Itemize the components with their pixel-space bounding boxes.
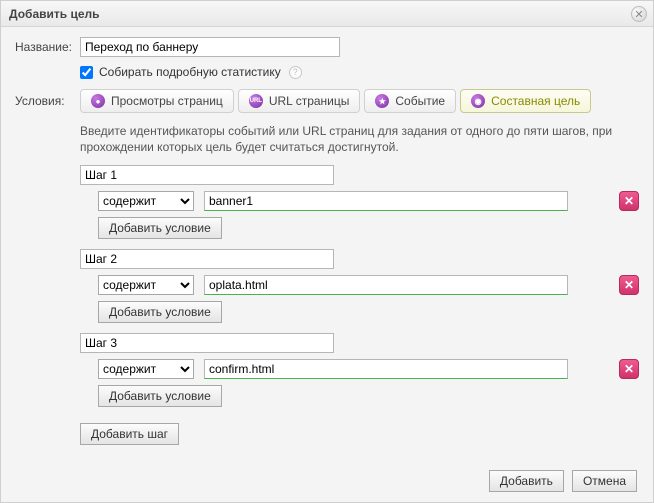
match-select-wrap: содержит bbox=[98, 191, 194, 211]
condition-value-input[interactable] bbox=[204, 275, 568, 295]
name-row: Название: bbox=[15, 37, 639, 57]
close-icon[interactable]: ✕ bbox=[631, 6, 647, 22]
dialog-header: Добавить цель bbox=[1, 1, 653, 27]
tab-label: Составная цель bbox=[491, 94, 580, 108]
tab-label: URL страницы bbox=[269, 94, 350, 108]
condition-row: содержит ✕ bbox=[98, 359, 639, 379]
tab-label: Событие bbox=[395, 94, 445, 108]
tab-event[interactable]: ★ Событие bbox=[364, 89, 456, 113]
composite-icon: ◉ bbox=[471, 94, 485, 108]
match-select-wrap: содержит bbox=[98, 359, 194, 379]
cancel-button[interactable]: Отмена bbox=[572, 470, 637, 492]
remove-condition-button[interactable]: ✕ bbox=[619, 191, 639, 211]
submit-button[interactable]: Добавить bbox=[489, 470, 564, 492]
conditions-label: Условия: bbox=[15, 94, 80, 108]
content-area: Введите идентификаторы событий или URL с… bbox=[80, 123, 639, 445]
step-block: содержит ✕ Добавить условие bbox=[80, 165, 639, 239]
match-select[interactable]: содержит bbox=[98, 275, 194, 295]
remove-condition-button[interactable]: ✕ bbox=[619, 359, 639, 379]
page-views-icon: ● bbox=[91, 94, 105, 108]
match-select[interactable]: содержит bbox=[98, 191, 194, 211]
condition-value-input[interactable] bbox=[204, 359, 568, 379]
dialog-body: Название: Собирать подробную статистику … bbox=[1, 27, 653, 459]
tab-label: Просмотры страниц bbox=[111, 94, 223, 108]
tab-composite-goal[interactable]: ◉ Составная цель bbox=[460, 89, 591, 113]
step-name-input[interactable] bbox=[80, 165, 334, 185]
event-icon: ★ bbox=[375, 94, 389, 108]
url-icon: URL bbox=[249, 94, 263, 108]
tabs: ● Просмотры страниц URL URL страницы ★ С… bbox=[80, 89, 639, 113]
add-step-button[interactable]: Добавить шаг bbox=[80, 423, 179, 445]
goal-dialog: Добавить цель ✕ Название: Собирать подро… bbox=[0, 0, 654, 503]
step-block: содержит ✕ Добавить условие bbox=[80, 333, 639, 407]
name-label: Название: bbox=[15, 40, 80, 54]
condition-row: содержит ✕ bbox=[98, 275, 639, 295]
match-select[interactable]: содержит bbox=[98, 359, 194, 379]
remove-condition-button[interactable]: ✕ bbox=[619, 275, 639, 295]
conditions-row: Условия: ● Просмотры страниц URL URL стр… bbox=[15, 89, 639, 113]
step-name-input[interactable] bbox=[80, 333, 334, 353]
collect-stats-row: Собирать подробную статистику ? bbox=[80, 65, 639, 79]
dialog-title: Добавить цель bbox=[9, 7, 100, 21]
condition-value-input[interactable] bbox=[204, 191, 568, 211]
help-icon[interactable]: ? bbox=[289, 66, 302, 79]
collect-stats-checkbox[interactable] bbox=[80, 66, 93, 79]
add-condition-button[interactable]: Добавить условие bbox=[98, 385, 222, 407]
condition-row: содержит ✕ bbox=[98, 191, 639, 211]
match-select-wrap: содержит bbox=[98, 275, 194, 295]
tab-url[interactable]: URL URL страницы bbox=[238, 89, 361, 113]
tab-page-views[interactable]: ● Просмотры страниц bbox=[80, 89, 234, 113]
step-block: содержит ✕ Добавить условие bbox=[80, 249, 639, 323]
description-text: Введите идентификаторы событий или URL с… bbox=[80, 123, 639, 155]
add-condition-button[interactable]: Добавить условие bbox=[98, 301, 222, 323]
step-name-input[interactable] bbox=[80, 249, 334, 269]
collect-stats-label: Собирать подробную статистику bbox=[99, 65, 281, 79]
dialog-footer: Добавить Отмена bbox=[489, 470, 637, 492]
name-input[interactable] bbox=[80, 37, 340, 57]
add-condition-button[interactable]: Добавить условие bbox=[98, 217, 222, 239]
